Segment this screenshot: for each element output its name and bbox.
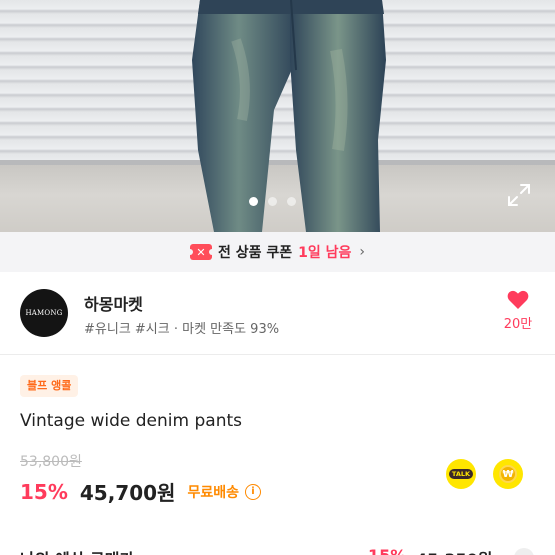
expected-price-section[interactable]: 나의 예상 구매가 15% 45,350원 xyxy=(0,522,555,555)
coupon-banner[interactable]: ✕ 전 상품 쿠폰 1일 남음 › xyxy=(0,232,555,272)
coupon-text: 전 상품 쿠폰 xyxy=(217,245,293,261)
free-shipping-label: 무료배송 xyxy=(187,484,239,501)
carousel-dot[interactable] xyxy=(287,197,296,206)
shop-avatar-logo: HAMONG xyxy=(25,309,63,317)
shop-meta: #유니크 #시크 · 마켓 만족도 93% xyxy=(84,322,280,337)
like-button[interactable]: 20만 xyxy=(498,290,538,332)
original-price: 53,800원 xyxy=(20,454,82,470)
info-icon[interactable]: i xyxy=(244,483,261,500)
product-title: Vintage wide denim pants xyxy=(20,411,242,431)
like-count: 20만 xyxy=(503,317,533,332)
shop-avatar[interactable]: HAMONG xyxy=(20,289,68,337)
expected-price-title: 나의 예상 구매가 xyxy=(20,546,134,555)
expected-price: 45,350원 xyxy=(416,546,492,555)
coupon-ticket-icon: ✕ xyxy=(186,244,215,260)
coupon-time-left: 1일 남음 xyxy=(298,245,352,261)
chevron-down-icon[interactable] xyxy=(514,548,534,555)
carousel-dot[interactable] xyxy=(268,197,277,206)
won-coin-icon: ₩ xyxy=(499,465,517,483)
product-image[interactable] xyxy=(0,0,555,232)
sale-price: 45,700원 xyxy=(79,481,176,505)
pay-button[interactable]: ₩ xyxy=(493,459,523,489)
talk-bubble-icon: TALK xyxy=(448,468,474,480)
carousel-indicator[interactable] xyxy=(249,197,296,206)
chevron-right-icon: › xyxy=(359,244,366,260)
expand-icon[interactable] xyxy=(506,182,532,208)
heart-icon xyxy=(507,290,529,309)
carousel-dot-active[interactable] xyxy=(249,197,258,206)
kakao-talk-button[interactable]: TALK xyxy=(446,459,476,489)
discount-rate: 15% xyxy=(20,479,68,504)
price-row: 15% 45,700원 무료배송 i xyxy=(20,477,261,506)
divider xyxy=(0,354,555,355)
expected-discount: 15% xyxy=(368,546,406,555)
shop-name[interactable]: 하몽마켓 xyxy=(84,291,143,315)
promo-badge: 블프 앵콜 xyxy=(20,375,79,397)
